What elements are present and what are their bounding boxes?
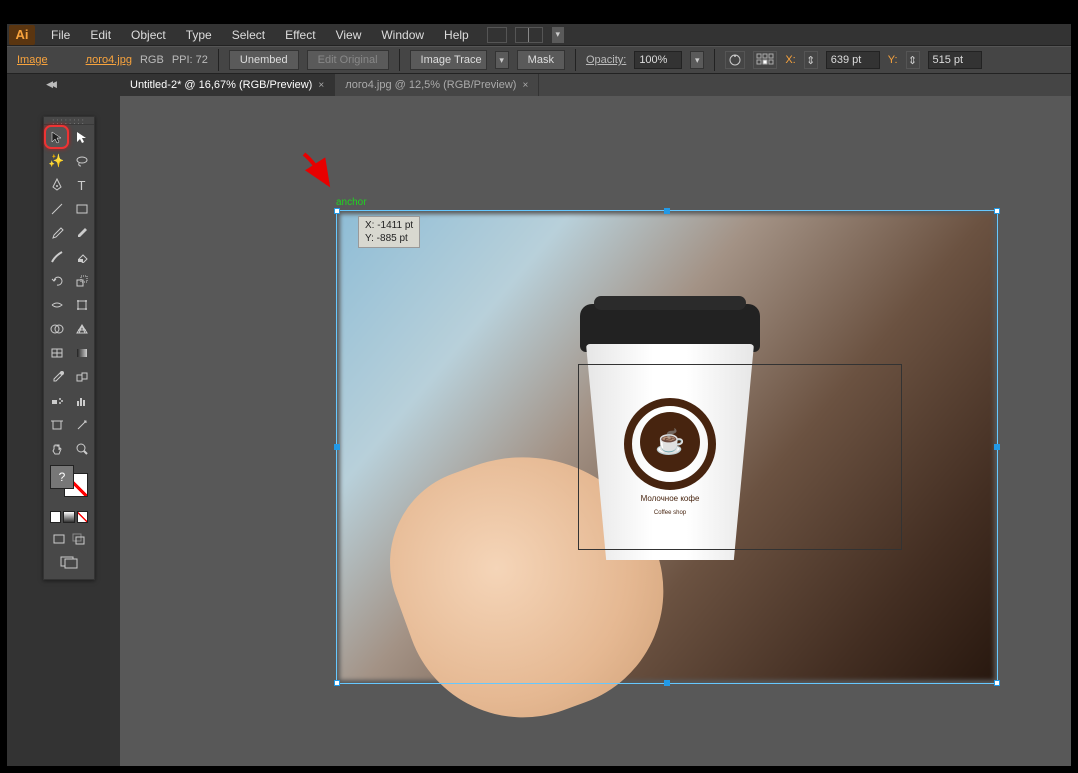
selection-handle-bl[interactable] [334,680,340,686]
menu-edit[interactable]: Edit [80,24,121,46]
image-trace-button[interactable]: Image Trace [410,50,487,70]
y-link-icon[interactable]: ⇕ [906,51,920,69]
selection-handle-ml[interactable] [334,444,340,450]
anchor-label: anchor [336,197,367,208]
symbol-sprayer-tool[interactable] [44,389,69,413]
tools-panel: :::::::: ✨ T [43,116,95,580]
bridge-icon[interactable] [487,27,507,43]
opacity-input[interactable] [634,51,682,69]
options-bar: Image лого4.jpg RGB PPI: 72 Unembed Edit… [7,46,1071,74]
tab-label: лого4.jpg @ 12,5% (RGB/Preview) [345,79,516,91]
image-trace-dropdown[interactable] [495,51,509,69]
column-graph-tool[interactable] [69,389,94,413]
panel-collapse-icon[interactable] [43,76,57,92]
shape-builder-tool[interactable] [44,317,69,341]
fill-stroke-swatches[interactable]: ? [50,465,90,501]
direct-selection-tool[interactable] [69,125,94,149]
close-icon[interactable]: × [318,80,324,91]
recolor-icon[interactable] [725,51,745,69]
fill-swatch[interactable]: ? [50,465,74,489]
width-tool[interactable] [44,293,69,317]
color-mode-label: RGB [140,54,164,66]
menu-view[interactable]: View [326,24,372,46]
hand-tool[interactable] [44,437,69,461]
paintbrush-tool[interactable] [44,221,69,245]
type-tool[interactable]: T [69,173,94,197]
perspective-grid-tool[interactable] [69,317,94,341]
eraser-tool[interactable] [69,245,94,269]
draw-normal-icon[interactable] [50,531,68,547]
object-type-label: Image [13,54,48,66]
mesh-tool[interactable] [44,341,69,365]
selection-box[interactable] [336,210,998,684]
ppi-label: PPI: 72 [172,54,208,66]
color-mode-none[interactable] [77,511,88,523]
lasso-tool[interactable] [69,149,94,173]
menu-file[interactable]: File [41,24,80,46]
edit-original-button[interactable]: Edit Original [307,50,389,70]
app-window: Ai File Edit Object Type Select Effect V… [0,0,1078,773]
selection-handle-tm[interactable] [664,208,670,214]
canvas-workspace[interactable]: ☕ Молочное кофе Coffee shop anchor X: -1… [120,96,1071,766]
rectangle-tool[interactable] [69,197,94,221]
arrange-docs-icon[interactable] [515,27,543,43]
x-input[interactable] [826,51,880,69]
mask-button[interactable]: Mask [517,50,565,70]
selection-handle-mr[interactable] [994,444,1000,450]
opacity-dropdown[interactable] [690,51,704,69]
menu-window[interactable]: Window [371,24,434,46]
free-transform-tool[interactable] [69,293,94,317]
x-link-icon[interactable]: ⇕ [804,51,818,69]
x-label: X: [785,54,795,66]
selection-handle-tl[interactable] [334,208,340,214]
magic-wand-tool[interactable]: ✨ [44,149,69,173]
blob-brush-tool[interactable] [44,245,69,269]
selection-handle-bm[interactable] [664,680,670,686]
gradient-tool[interactable] [69,341,94,365]
panel-drag-handle[interactable]: :::::::: [44,117,94,125]
menu-bar: Ai File Edit Object Type Select Effect V… [7,24,1071,46]
line-tool[interactable] [44,197,69,221]
scale-tool[interactable] [69,269,94,293]
menu-help[interactable]: Help [434,24,479,46]
screen-mode-icon[interactable] [57,553,81,571]
arrange-dropdown[interactable] [551,26,565,44]
y-label: Y: [888,54,898,66]
y-input[interactable] [928,51,982,69]
blend-tool[interactable] [69,365,94,389]
color-mode-gradient[interactable] [63,511,74,523]
ai-logo-icon: Ai [9,25,35,45]
artboard-tool[interactable] [44,413,69,437]
slice-tool[interactable] [69,413,94,437]
tab-untitled[interactable]: Untitled-2* @ 16,67% (RGB/Preview) × [120,74,335,96]
opacity-label: Opacity: [586,54,626,66]
draw-behind-icon[interactable] [70,531,88,547]
close-icon[interactable]: × [522,80,528,91]
annotation-arrow-icon [300,150,340,192]
menu-select[interactable]: Select [222,24,275,46]
pencil-tool[interactable] [69,221,94,245]
unembed-button[interactable]: Unembed [229,50,299,70]
rotate-tool[interactable] [44,269,69,293]
selection-tool[interactable] [44,125,69,149]
selection-handle-br[interactable] [994,680,1000,686]
document-tab-bar: Untitled-2* @ 16,67% (RGB/Preview) × лог… [120,74,1071,96]
pen-tool[interactable] [44,173,69,197]
tab-logo4[interactable]: лого4.jpg @ 12,5% (RGB/Preview) × [335,74,539,96]
eyedropper-tool[interactable] [44,365,69,389]
tab-label: Untitled-2* @ 16,67% (RGB/Preview) [130,79,312,91]
linked-file-name[interactable]: лого4.jpg [86,54,132,66]
color-mode-solid[interactable] [50,511,61,523]
menu-effect[interactable]: Effect [275,24,325,46]
menu-object[interactable]: Object [121,24,176,46]
menu-type[interactable]: Type [176,24,222,46]
zoom-tool[interactable] [69,437,94,461]
registration-point-icon[interactable] [753,51,777,69]
selection-handle-tr[interactable] [994,208,1000,214]
coord-tooltip: X: -1411 pt Y: -885 pt [358,216,420,248]
